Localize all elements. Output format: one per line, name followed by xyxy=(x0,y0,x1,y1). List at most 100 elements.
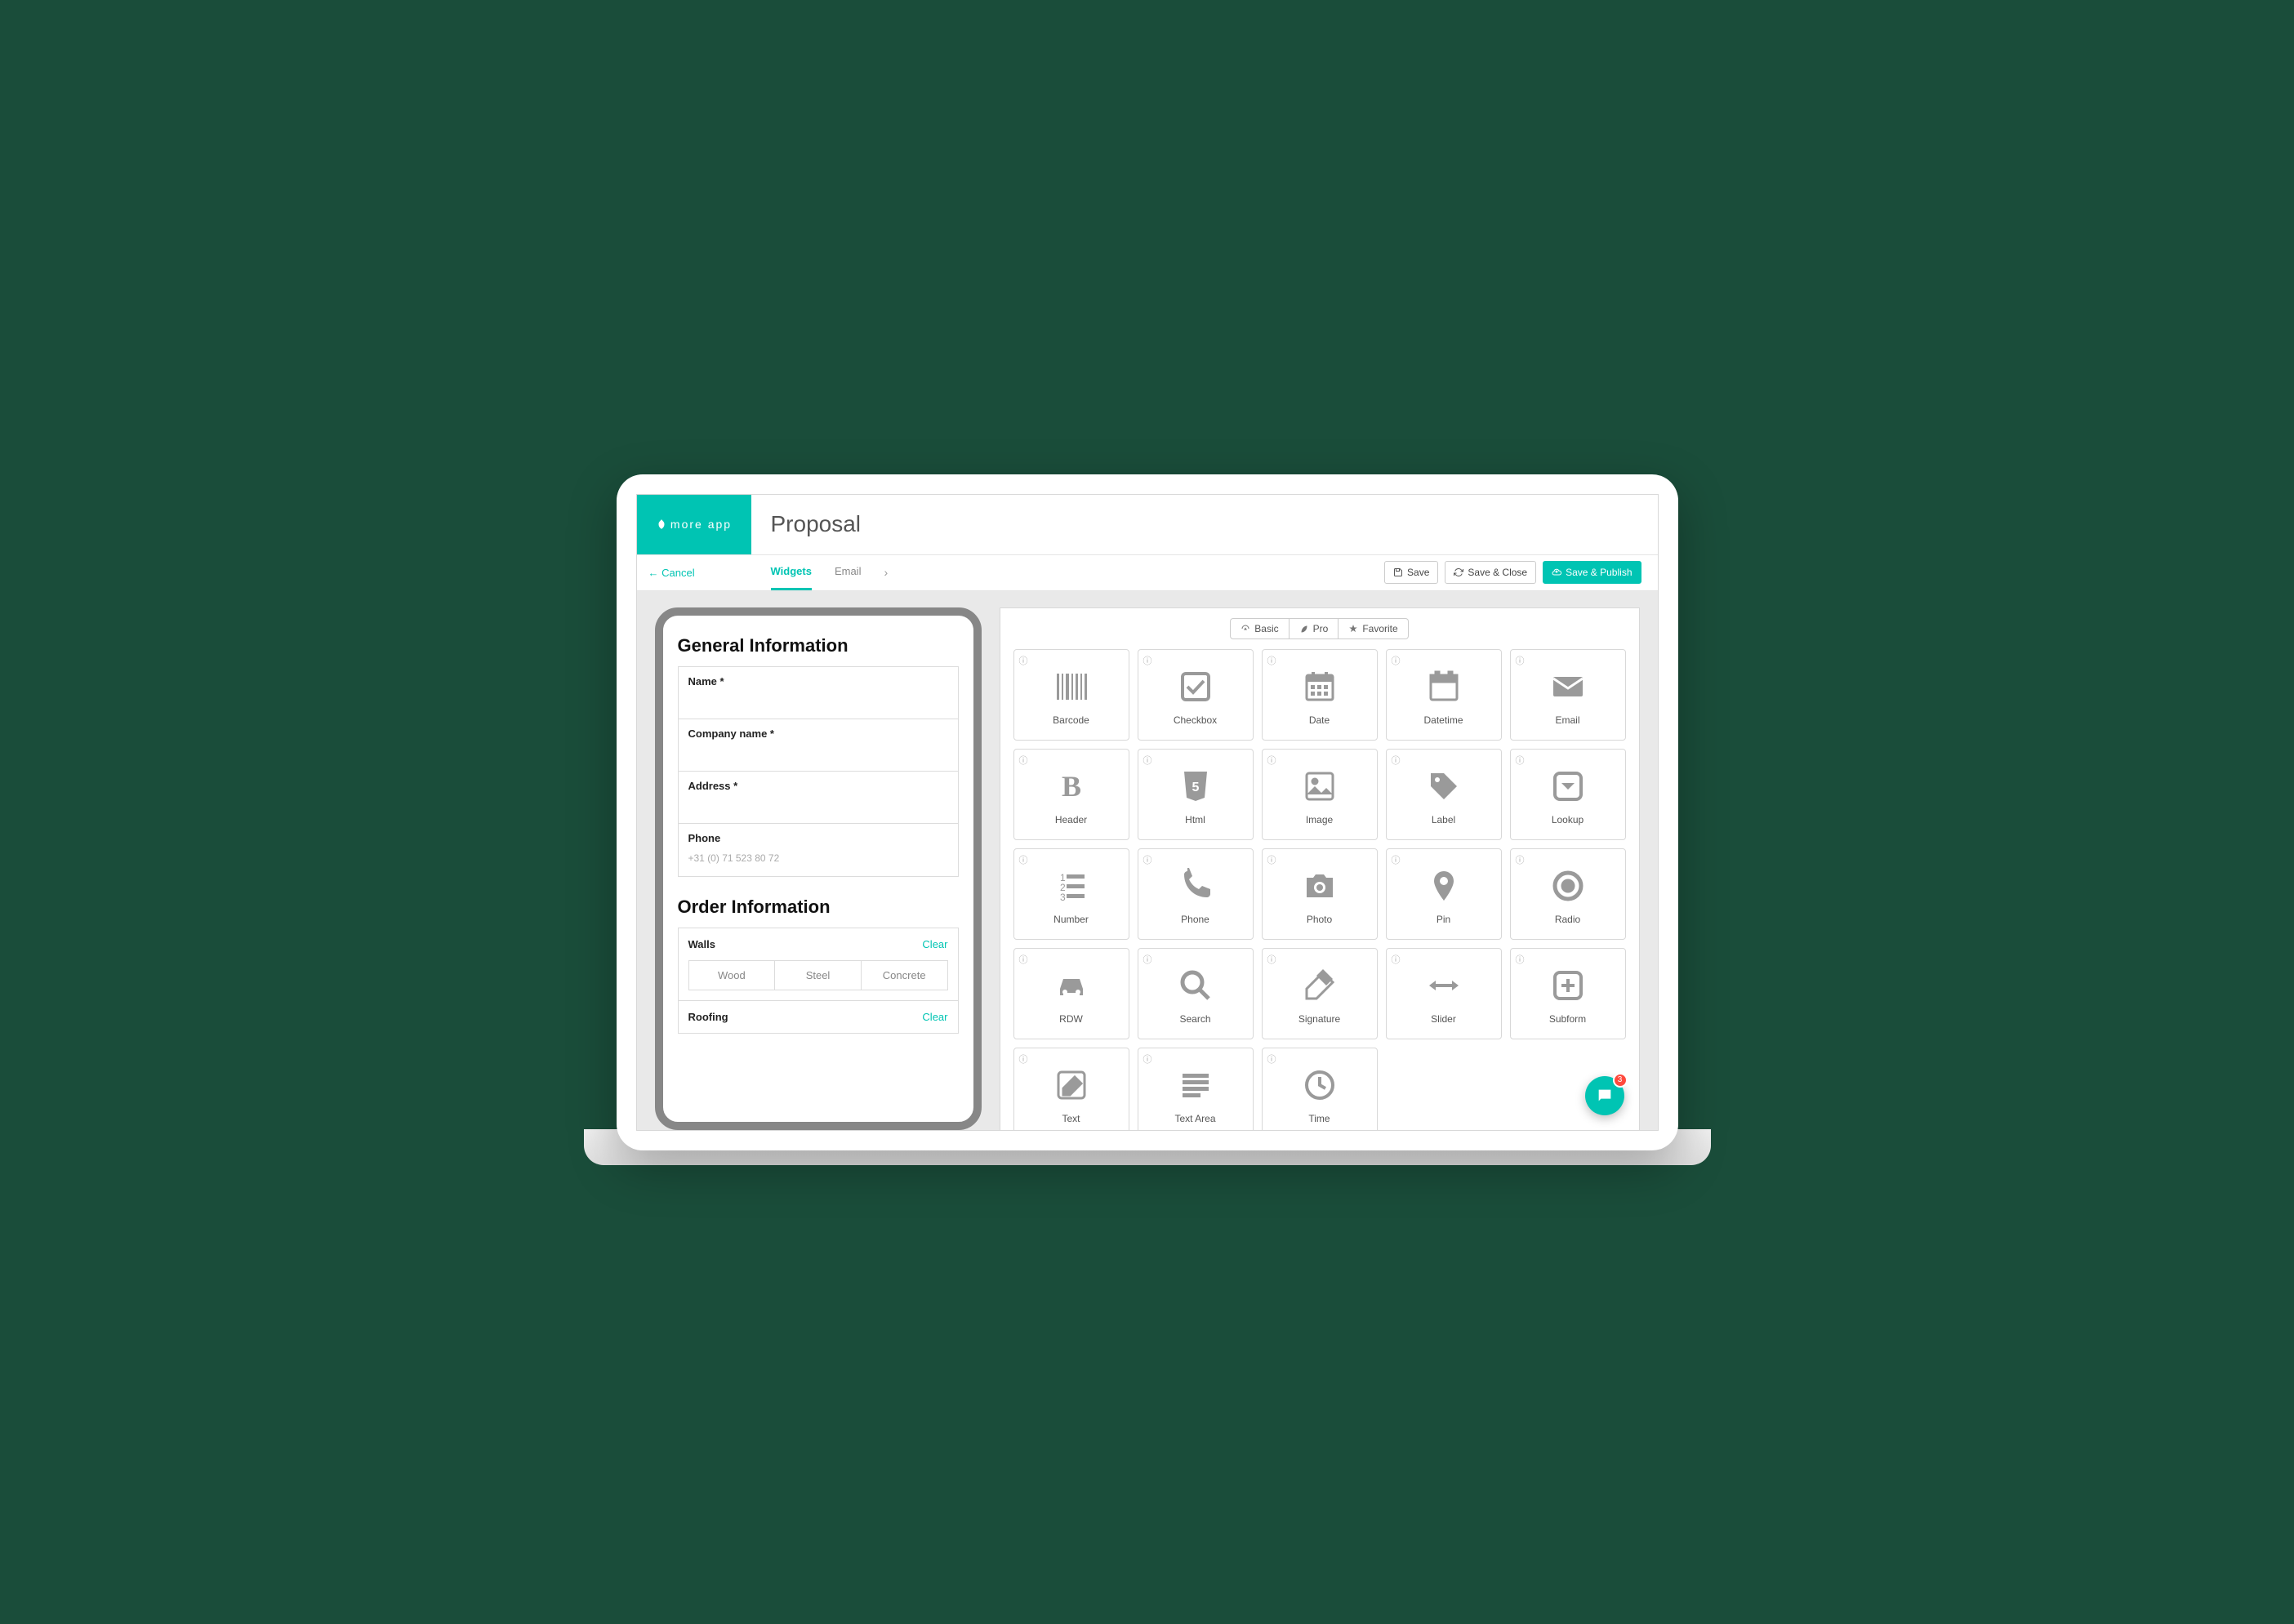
filter-basic-label: Basic xyxy=(1254,623,1278,634)
info-icon[interactable]: ⓘ xyxy=(1516,754,1525,767)
widget-barcode[interactable]: ⓘ Barcode xyxy=(1013,649,1129,741)
save-publish-button[interactable]: Save & Publish xyxy=(1543,561,1641,584)
widget-label: Barcode xyxy=(1053,714,1089,726)
widget-label: Signature xyxy=(1298,1013,1340,1025)
filter-basic[interactable]: Basic xyxy=(1230,618,1289,639)
widget-signature[interactable]: ⓘ Signature xyxy=(1262,948,1378,1039)
widget-label[interactable]: ⓘ Label xyxy=(1386,749,1502,840)
info-icon[interactable]: ⓘ xyxy=(1516,953,1525,966)
roofing-row: Roofing Clear xyxy=(679,1000,958,1033)
photo-icon xyxy=(1300,863,1339,909)
roofing-clear[interactable]: Clear xyxy=(922,1011,947,1023)
svg-text:5: 5 xyxy=(1192,781,1199,794)
tab-widgets[interactable]: Widgets xyxy=(771,555,812,590)
filter-pro-label: Pro xyxy=(1313,623,1329,634)
checkbox-icon xyxy=(1176,664,1215,710)
breadcrumb-tabs: Widgets Email › xyxy=(751,555,1385,590)
filter-favorite[interactable]: Favorite xyxy=(1339,618,1408,639)
leaf-icon xyxy=(656,518,667,530)
widget-time[interactable]: ⓘTime xyxy=(1262,1048,1378,1130)
save-button[interactable]: Save xyxy=(1384,561,1438,584)
walls-clear[interactable]: Clear xyxy=(922,938,947,950)
walls-option-concrete[interactable]: Concrete xyxy=(862,961,947,990)
widget-lookup[interactable]: ⓘ Lookup xyxy=(1510,749,1626,840)
save-close-button[interactable]: Save & Close xyxy=(1445,561,1536,584)
widget-phone[interactable]: ⓘPhone xyxy=(1138,848,1254,940)
info-icon[interactable]: ⓘ xyxy=(1143,1052,1152,1066)
widget-subform[interactable]: ⓘSubform xyxy=(1510,948,1626,1039)
widget-grid: ⓘ Barcode ⓘCheckboxⓘDateⓘDatetimeⓘEmail ⓘBH… xyxy=(1000,649,1639,1130)
info-icon[interactable]: ⓘ xyxy=(1019,654,1028,667)
walls-label: Walls xyxy=(688,938,715,950)
workspace: General Information Name * Company name … xyxy=(637,591,1658,1130)
widget-slider[interactable]: ⓘSlider xyxy=(1386,948,1502,1039)
widget-email[interactable]: ⓘEmail xyxy=(1510,649,1626,741)
leaf-icon xyxy=(1299,624,1309,634)
pin-icon xyxy=(1424,863,1463,909)
widget-filter-bar: Basic Pro Favorite xyxy=(1000,608,1639,649)
widget-text[interactable]: ⓘText xyxy=(1013,1048,1129,1130)
widget-datetime[interactable]: ⓘDatetime xyxy=(1386,649,1502,741)
widget-pin[interactable]: ⓘPin xyxy=(1386,848,1502,940)
filter-pro[interactable]: Pro xyxy=(1290,618,1339,639)
tab-email[interactable]: Email xyxy=(835,555,862,590)
brand-text: more app xyxy=(670,518,732,531)
widget-header[interactable]: ⓘBHeader xyxy=(1013,749,1129,840)
field-address[interactable]: Address * xyxy=(679,772,958,824)
order-fields: Walls Clear Wood Steel Concrete Roofing … xyxy=(678,928,959,1034)
cancel-button[interactable]: ← Cancel xyxy=(637,567,751,579)
info-icon[interactable]: ⓘ xyxy=(1143,853,1152,866)
info-icon[interactable]: ⓘ xyxy=(1392,654,1401,667)
info-icon[interactable]: ⓘ xyxy=(1267,853,1276,866)
widget-date[interactable]: ⓘDate xyxy=(1262,649,1378,741)
brand-logo[interactable]: more app xyxy=(637,495,751,554)
field-phone-label: Phone xyxy=(688,832,948,844)
widget-search[interactable]: ⓘSearch xyxy=(1138,948,1254,1039)
widget-checkbox[interactable]: ⓘCheckbox xyxy=(1138,649,1254,741)
info-icon[interactable]: ⓘ xyxy=(1516,654,1525,667)
section-general-info: General Information xyxy=(678,635,959,656)
widget-label: Lookup xyxy=(1552,814,1584,825)
roofing-label: Roofing xyxy=(688,1011,728,1023)
widget-number[interactable]: ⓘ123Number xyxy=(1013,848,1129,940)
walls-option-wood[interactable]: Wood xyxy=(689,961,776,990)
info-icon[interactable]: ⓘ xyxy=(1267,754,1276,767)
widget-radio[interactable]: ⓘ Radio xyxy=(1510,848,1626,940)
widget-label: Photo xyxy=(1307,914,1332,925)
info-icon[interactable]: ⓘ xyxy=(1392,853,1401,866)
chevron-right-icon: › xyxy=(884,566,888,579)
info-icon[interactable]: ⓘ xyxy=(1019,953,1028,966)
info-icon[interactable]: ⓘ xyxy=(1019,754,1028,767)
widget-image[interactable]: ⓘImage xyxy=(1262,749,1378,840)
save-close-label: Save & Close xyxy=(1468,567,1527,578)
walls-option-steel[interactable]: Steel xyxy=(775,961,862,990)
email-icon xyxy=(1548,664,1588,710)
info-icon[interactable]: ⓘ xyxy=(1143,654,1152,667)
slider-icon xyxy=(1424,963,1463,1008)
signature-icon xyxy=(1300,963,1339,1008)
field-company[interactable]: Company name * xyxy=(679,719,958,772)
widget-text-area[interactable]: ⓘText Area xyxy=(1138,1048,1254,1130)
chat-fab[interactable]: 3 xyxy=(1585,1076,1624,1115)
info-icon[interactable]: ⓘ xyxy=(1267,1052,1276,1066)
widget-label: Label xyxy=(1432,814,1455,825)
info-icon[interactable]: ⓘ xyxy=(1019,1052,1028,1066)
info-icon[interactable]: ⓘ xyxy=(1392,754,1401,767)
widget-html[interactable]: ⓘ5Html xyxy=(1138,749,1254,840)
info-icon[interactable]: ⓘ xyxy=(1267,654,1276,667)
info-icon[interactable]: ⓘ xyxy=(1143,953,1152,966)
field-name[interactable]: Name * xyxy=(679,667,958,719)
info-icon[interactable]: ⓘ xyxy=(1143,754,1152,767)
image-icon xyxy=(1300,763,1339,809)
widget-photo[interactable]: ⓘ Photo xyxy=(1262,848,1378,940)
phone-preview: General Information Name * Company name … xyxy=(655,607,982,1130)
html-icon: 5 xyxy=(1176,763,1215,809)
info-icon[interactable]: ⓘ xyxy=(1019,853,1028,866)
field-phone[interactable]: Phone +31 (0) 71 523 80 72 xyxy=(679,824,958,876)
info-icon[interactable]: ⓘ xyxy=(1392,953,1401,966)
info-icon[interactable]: ⓘ xyxy=(1516,853,1525,866)
widget-rdw[interactable]: ⓘRDW xyxy=(1013,948,1129,1039)
info-icon[interactable]: ⓘ xyxy=(1267,953,1276,966)
widget-label: Radio xyxy=(1555,914,1580,925)
gauge-icon xyxy=(1241,624,1250,634)
